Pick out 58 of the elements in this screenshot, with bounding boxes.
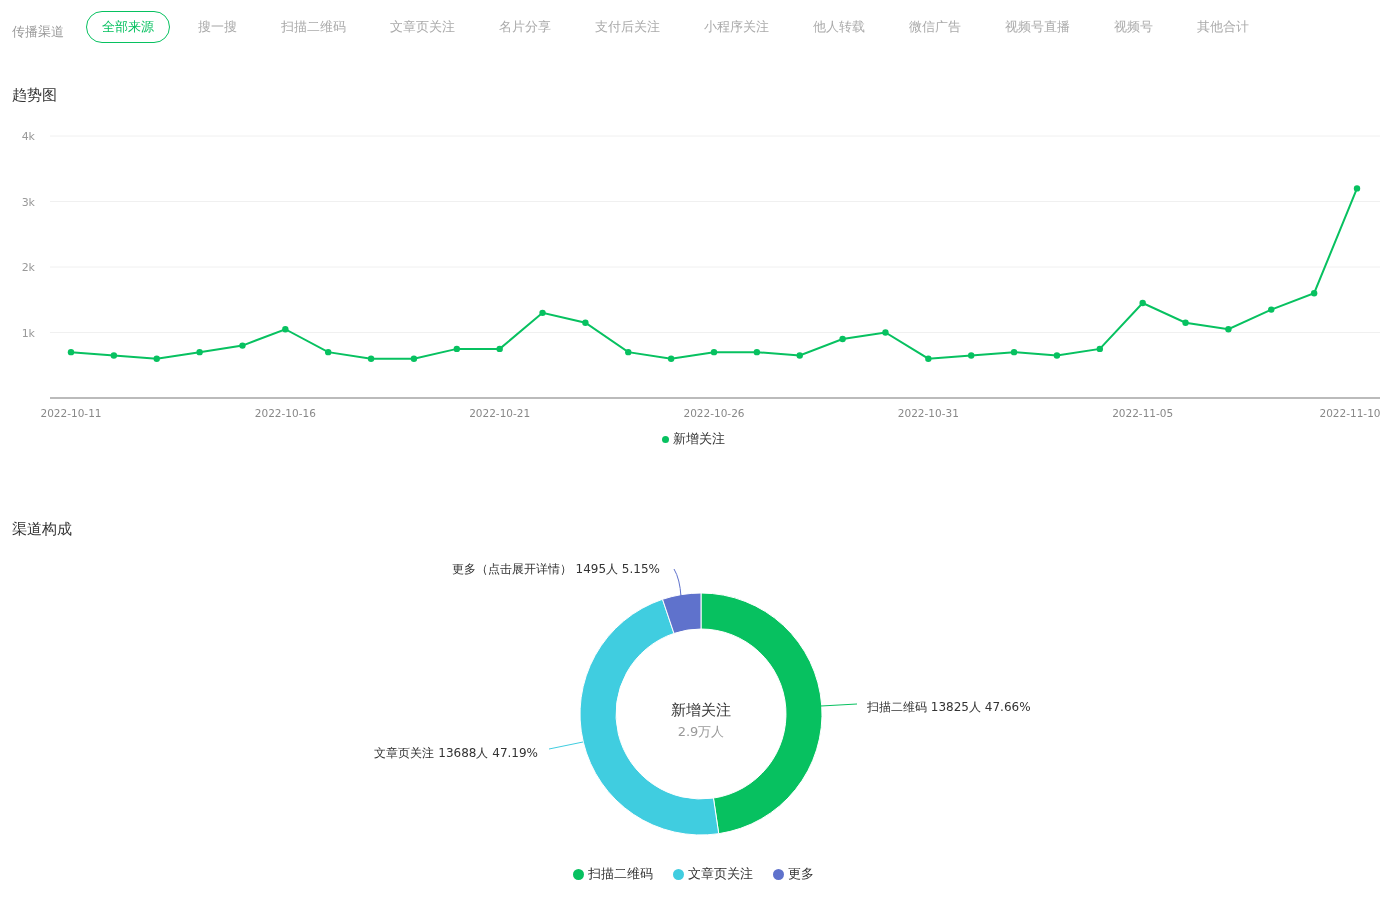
data-point xyxy=(839,335,846,343)
slice-label: 文章页关注 13688人 47.19% xyxy=(374,746,538,760)
data-point xyxy=(453,345,460,353)
data-point xyxy=(882,329,889,336)
y-axis-label: 3k xyxy=(21,195,35,209)
data-point xyxy=(1053,352,1061,359)
x-axis-label: 2022-10-21 xyxy=(469,407,531,419)
y-axis-label: 4k xyxy=(21,130,35,143)
data-point xyxy=(1225,326,1232,333)
legend-item[interactable]: 新增关注 xyxy=(661,430,725,448)
data-point xyxy=(582,319,589,326)
data-point xyxy=(196,348,203,356)
y-axis-label: 2k xyxy=(21,261,35,274)
x-axis-label: 2022-10-31 xyxy=(897,407,959,419)
data-point xyxy=(1096,345,1103,353)
data-point xyxy=(496,345,503,353)
section-title: 趋势图 xyxy=(11,86,58,105)
data-point xyxy=(1268,306,1275,313)
leader-line xyxy=(820,703,858,707)
data-point xyxy=(968,352,975,359)
data-point xyxy=(925,355,932,362)
data-point xyxy=(667,355,675,362)
slice-label: 更多（点击展开详情） 1495人 5.15% xyxy=(451,562,660,576)
data-point xyxy=(282,326,289,333)
data-point xyxy=(67,348,75,356)
data-point xyxy=(1139,299,1146,307)
center-title: 新增关注 xyxy=(671,701,731,719)
x-axis-label: 2022-11-10 xyxy=(1319,407,1381,419)
x-axis-label: 2022-11-05 xyxy=(1112,407,1174,419)
x-axis-label: 2022-10-26 xyxy=(683,407,745,419)
data-point xyxy=(1182,319,1189,326)
data-point xyxy=(1310,290,1318,297)
leader-line xyxy=(673,568,682,598)
x-axis-label: 2022-10-11 xyxy=(40,407,102,419)
x-axis-label: 2022-10-16 xyxy=(254,407,316,419)
data-point xyxy=(1353,185,1361,192)
data-point xyxy=(239,342,246,349)
leader-line xyxy=(548,741,584,750)
data-point xyxy=(410,355,418,362)
data-point xyxy=(625,348,632,356)
filter-label: 传播渠道 xyxy=(12,23,64,41)
data-point xyxy=(753,348,761,356)
data-point xyxy=(325,348,332,356)
center-value: 2.9万人 xyxy=(677,724,725,739)
section-title: 渠道构成 xyxy=(11,520,73,539)
data-point xyxy=(110,352,118,359)
data-point xyxy=(367,355,375,362)
data-point xyxy=(153,355,160,362)
legend-item[interactable]: 文章页关注 xyxy=(672,865,753,883)
data-point xyxy=(710,348,718,356)
slice-label: 扫描二维码 13825人 47.66% xyxy=(867,700,1031,714)
y-axis-label: 1k xyxy=(21,326,35,340)
legend-item[interactable]: 更多 xyxy=(772,865,814,883)
channel-tab[interactable]: 全部来源 xyxy=(86,11,170,43)
data-point xyxy=(539,309,546,317)
data-point xyxy=(1010,348,1018,356)
data-point xyxy=(796,352,803,359)
legend-item[interactable]: 扫描二维码 xyxy=(572,865,653,883)
